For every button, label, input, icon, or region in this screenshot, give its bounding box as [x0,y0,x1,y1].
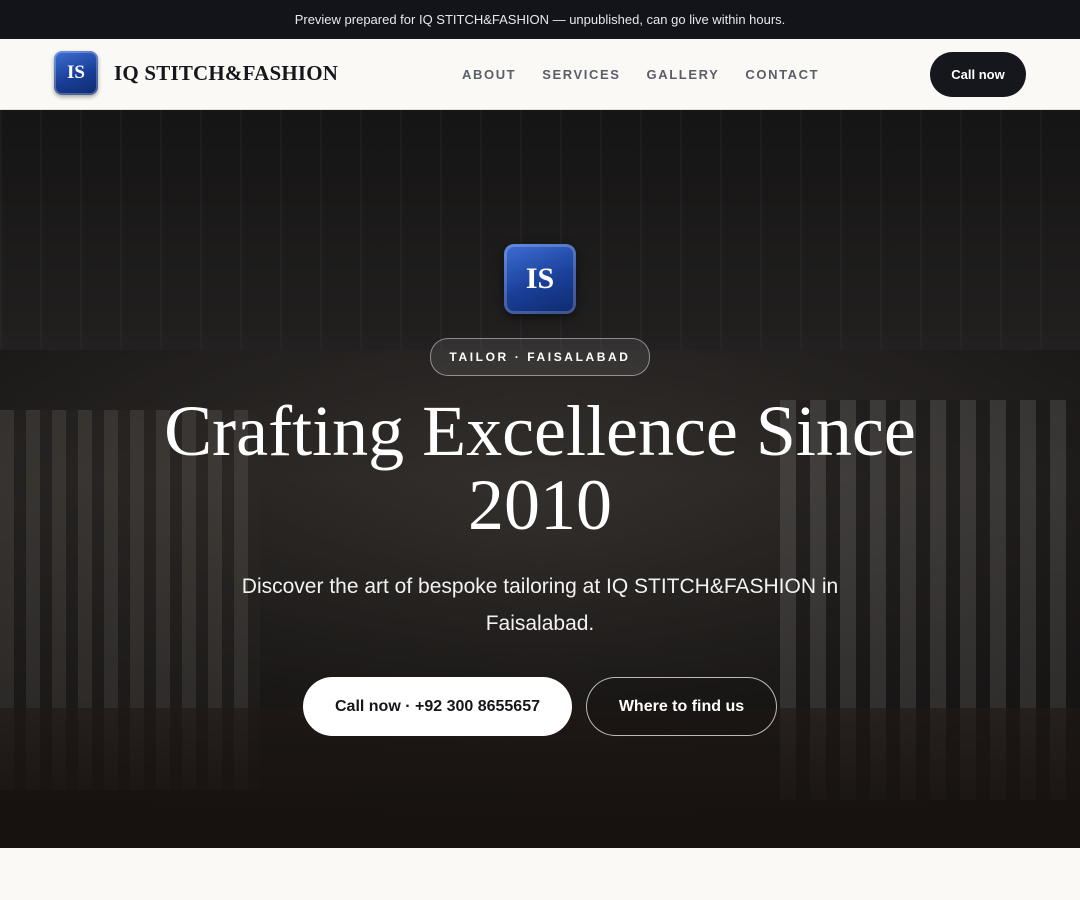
brand-name[interactable]: IQ STITCH&FASHION [114,61,338,86]
call-now-button[interactable]: Call now [930,52,1026,97]
logo-initials: IS [67,62,85,83]
hero-logo-initials: IS [525,262,555,295]
logo-badge[interactable]: IS [54,51,98,95]
site-header: IS IQ STITCH&FASHION ABOUT SERVICES GALL… [0,39,1080,110]
call-phone-button[interactable]: Call now · +92 300 8655657 [303,677,572,736]
nav-link-services[interactable]: SERVICES [542,67,620,82]
preview-banner-text: Preview prepared for IQ STITCH&FASHION —… [294,12,786,27]
hero-subtitle: Discover the art of bespoke tailoring at… [241,575,839,635]
nav-link-gallery[interactable]: GALLERY [647,67,720,82]
hero-content: IS TAILOR · FAISALABAD Crafting Excellen… [0,110,1080,848]
category-badge-text: TAILOR · FAISALABAD [449,350,631,364]
nav-link-about[interactable]: ABOUT [462,67,516,82]
hero-logo-badge: IS [504,244,576,314]
brand[interactable]: IS IQ STITCH&FASHION [54,51,338,95]
preview-banner: Preview prepared for IQ STITCH&FASHION —… [0,0,1080,39]
hero-title: Crafting Excellence Since 2010 [164,391,916,545]
find-us-button[interactable]: Where to find us [586,677,777,736]
category-badge: TAILOR · FAISALABAD [430,338,650,376]
main-nav: ABOUT SERVICES GALLERY CONTACT [462,39,845,109]
hero-section: IS TAILOR · FAISALABAD Crafting Excellen… [0,110,1080,848]
nav-link-contact[interactable]: CONTACT [745,67,819,82]
